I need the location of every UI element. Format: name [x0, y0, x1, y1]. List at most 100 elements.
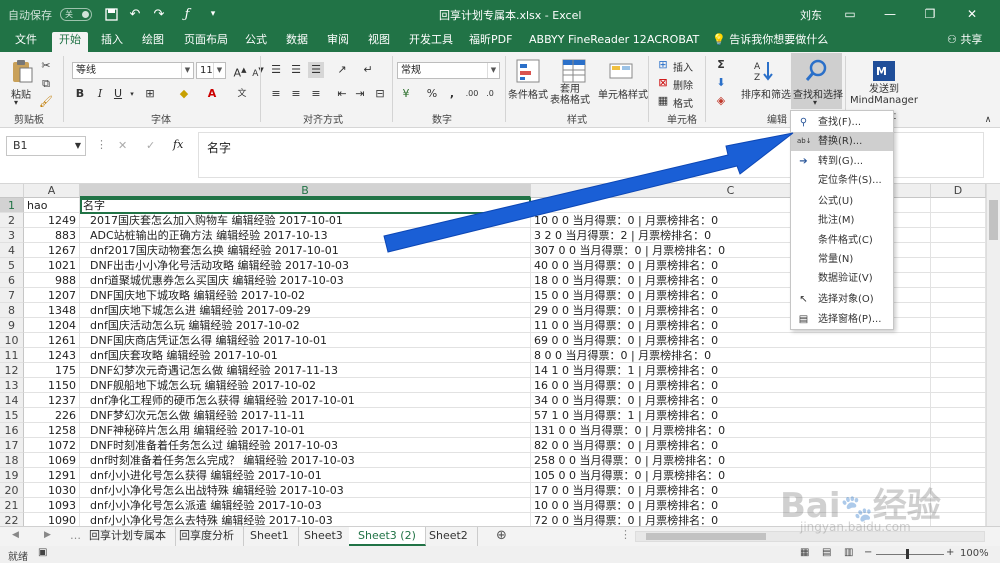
autosum-icon[interactable]: Σ [713, 57, 729, 73]
cell-d[interactable] [931, 348, 986, 363]
cell-c[interactable]: 258 0 0 当月得票：0 | 月票榜排名：0 [531, 453, 931, 468]
restore-icon[interactable]: ❐ [920, 4, 940, 24]
cell-a[interactable]: 1348 [24, 303, 80, 318]
cell-d[interactable] [931, 378, 986, 393]
redo-icon[interactable]: ↷ [150, 5, 168, 23]
cell-a[interactable]: 1237 [24, 393, 80, 408]
cell-a[interactable]: 988 [24, 273, 80, 288]
menu-selection-pane[interactable]: ▤ 选择窗格(P)... [791, 310, 893, 329]
tab-formulas[interactable]: 公式 [238, 32, 274, 52]
tab-view[interactable]: 视图 [361, 32, 397, 52]
find-select-icon[interactable] [804, 58, 830, 84]
cell-a[interactable]: 1150 [24, 378, 80, 393]
cell-b[interactable]: DNF时刻准备着任务怎么过 编辑经验 2017-10-03 [80, 438, 531, 453]
percent-icon[interactable]: % [424, 86, 440, 102]
bold-icon[interactable]: B [72, 86, 88, 102]
delete-cells-button[interactable]: 删除 [673, 77, 693, 92]
cell-a[interactable]: 883 [24, 228, 80, 243]
align-middle-icon[interactable]: ☰ [288, 62, 304, 78]
sheet-tab[interactable]: Sheet3 [295, 527, 353, 546]
cell-d[interactable] [931, 363, 986, 378]
cell-a[interactable]: 1267 [24, 243, 80, 258]
row-header[interactable]: 20 [0, 483, 24, 498]
sort-filter-icon[interactable]: AZ [752, 58, 778, 84]
cell-b[interactable]: DNF舰船地下城怎么玩 编辑经验 2017-10-02 [80, 378, 531, 393]
delete-cells-icon[interactable]: ⊠ [655, 75, 671, 91]
tab-page-layout[interactable]: 页面布局 [177, 32, 235, 52]
decrease-indent-icon[interactable]: ⇤ [334, 86, 350, 102]
cell-d[interactable] [931, 228, 986, 243]
sheet-tab-active[interactable]: Sheet3 (2) [349, 527, 426, 546]
page-break-view-icon[interactable]: ▥ [844, 547, 853, 558]
customize-icon[interactable]: ▾ [204, 5, 222, 23]
align-top-icon[interactable]: ☰ [268, 62, 284, 78]
conditional-format-button[interactable]: 条件格式 [508, 86, 548, 101]
insert-cells-icon[interactable]: ⊞ [655, 57, 671, 73]
cell-a[interactable]: 175 [24, 363, 80, 378]
row-header[interactable]: 10 [0, 333, 24, 348]
sheet-bar-splitter-icon[interactable]: ⋮ [620, 528, 631, 541]
cell-a[interactable]: 1093 [24, 498, 80, 513]
format-painter-icon[interactable]: 🖌 [38, 94, 54, 110]
row-header[interactable]: 7 [0, 288, 24, 303]
cell-d[interactable] [931, 303, 986, 318]
cell-b[interactable]: dnf道聚城优惠券怎么买国庆 编辑经验 2017-10-03 [80, 273, 531, 288]
save-icon[interactable] [102, 5, 120, 23]
menu-goto-special[interactable]: 定位条件(S)... [791, 171, 893, 190]
mindmanager-icon[interactable]: M [871, 58, 897, 84]
cell-a[interactable]: 1261 [24, 333, 80, 348]
cell-d[interactable] [931, 453, 986, 468]
insert-cells-button[interactable]: 插入 [673, 59, 693, 74]
format-cells-icon[interactable]: ▦ [655, 93, 671, 109]
cell-styles-icon[interactable] [608, 58, 634, 84]
sheet-tab[interactable]: 回享计划专属本 [80, 527, 176, 546]
cell-d[interactable] [931, 243, 986, 258]
orientation-icon[interactable]: ↗ [334, 62, 350, 78]
wrap-text-icon[interactable]: ↵ [360, 62, 376, 78]
fill-color-icon[interactable]: ◆ [176, 86, 192, 102]
border-icon[interactable]: ⊞ [142, 86, 158, 102]
cell-d[interactable] [931, 423, 986, 438]
cell-a[interactable]: 1249 [24, 213, 80, 228]
cell-c[interactable]: 16 0 0 当月得票：0 | 月票榜排名：0 [531, 378, 931, 393]
cell-b[interactable]: DNF梦幻次元怎么做 编辑经验 2017-11-11 [80, 408, 531, 423]
cell-b[interactable]: dnf时刻准备着任务怎么完成？ 编辑经验 2017-10-03 [80, 453, 531, 468]
cancel-entry-icon[interactable]: ✕ [118, 139, 127, 152]
cell-b[interactable]: DNF幻梦次元奇遇记怎么做 编辑经验 2017-11-13 [80, 363, 531, 378]
select-all-corner[interactable] [0, 184, 24, 198]
cell-c[interactable]: 131 0 0 当月得票：0 | 月票榜排名：0 [531, 423, 931, 438]
currency-icon[interactable]: ¥ [398, 86, 414, 102]
decrease-font-icon[interactable]: A▼ [250, 62, 266, 79]
cell-b[interactable]: 名字 [80, 198, 531, 213]
cell-a[interactable]: 1072 [24, 438, 80, 453]
row-header[interactable]: 21 [0, 498, 24, 513]
cell-a[interactable]: 1207 [24, 288, 80, 303]
cell-d[interactable] [931, 393, 986, 408]
increase-font-icon[interactable]: A▲ [232, 62, 248, 80]
menu-comments[interactable]: 批注(M) [791, 211, 893, 230]
cell-a[interactable]: hao [24, 198, 80, 213]
font-name-combo[interactable]: 等线 ▼ [72, 62, 194, 79]
menu-select-objects[interactable]: ↖ 选择对象(O) [791, 290, 893, 309]
paste-icon[interactable] [9, 58, 35, 84]
cell-c[interactable]: 34 0 0 当月得票：0 | 月票榜排名：0 [531, 393, 931, 408]
sheet-tab[interactable]: 回享度分析 [170, 527, 244, 546]
find-select-dropdown-icon[interactable]: ▾ [813, 98, 817, 107]
format-as-table-icon[interactable] [561, 58, 587, 84]
sheet-next-icon[interactable]: ▶ [44, 530, 51, 540]
zoom-level[interactable]: 100% [960, 548, 989, 559]
align-right-icon[interactable]: ≡ [308, 86, 324, 102]
cell-d[interactable] [931, 198, 986, 213]
menu-replace[interactable]: ab↓ 替换(R)... [791, 132, 893, 151]
horizontal-scroll-thumb[interactable] [646, 533, 766, 540]
collapse-ribbon-icon[interactable]: ∧ [980, 112, 996, 128]
cell-b[interactable]: dnf国庆活动怎么玩 编辑经验 2017-10-02 [80, 318, 531, 333]
font-size-combo[interactable]: 11 ▼ [196, 62, 226, 79]
cell-styles-button[interactable]: 单元格样式 [598, 86, 648, 101]
menu-conditional-formatting[interactable]: 条件格式(C) [791, 231, 893, 250]
row-header[interactable]: 4 [0, 243, 24, 258]
tab-foxit-pdf[interactable]: 福昕PDF [462, 32, 519, 52]
number-format-combo[interactable]: 常规 ▼ [397, 62, 500, 79]
cell-b[interactable]: 2017国庆套怎么加入购物车 编辑经验 2017-10-01 [80, 213, 531, 228]
tab-draw[interactable]: 绘图 [135, 32, 171, 52]
